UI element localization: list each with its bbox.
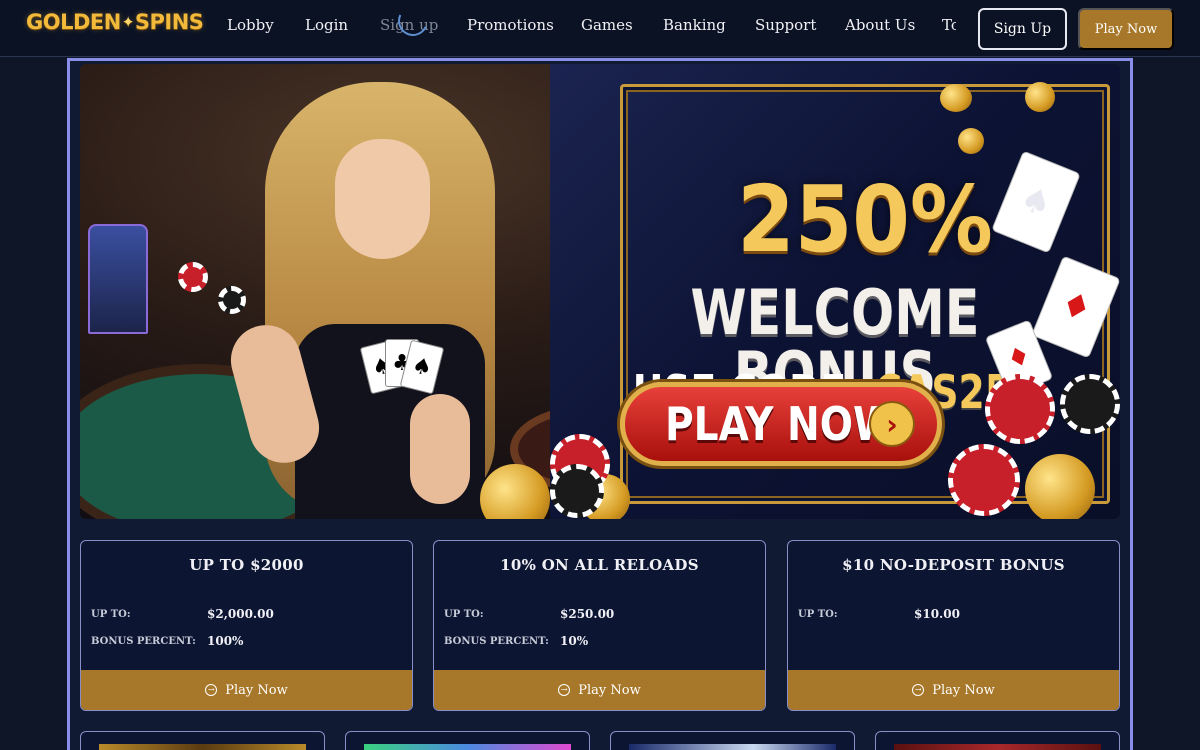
promo-row-value: $2,000.00	[207, 607, 274, 621]
nav-link-lobby[interactable]: Lobby	[227, 16, 274, 34]
hostess-arm-right	[410, 394, 470, 504]
promo-row-label: UP TO:	[798, 609, 838, 620]
game-thumbnail[interactable]	[80, 731, 325, 750]
nav-link-clipped[interactable]: To	[942, 16, 956, 34]
hero-play-now-button[interactable]: PLAY NOW ›	[620, 382, 942, 466]
promo-cta-label: Play Now	[225, 682, 288, 698]
site-logo[interactable]: GOLDEN ✦ SPINS	[26, 10, 204, 34]
promo-row-label: UP TO:	[91, 609, 131, 620]
promo-card-title: $10 NO-DEPOSIT BONUS	[842, 556, 1065, 574]
promo-card-title: 10% ON ALL RELOADS	[500, 556, 699, 574]
logo-text-right: SPINS	[134, 10, 204, 34]
poker-chip-icon	[550, 464, 604, 518]
gold-coin-icon	[1025, 82, 1055, 112]
chevron-right-icon: ›	[869, 401, 915, 447]
game-thumbnail-image	[364, 744, 571, 750]
promo-card: UP TO $2000 UP TO: $2,000.00 BONUS PERCE…	[80, 540, 413, 711]
poker-chip-icon	[178, 262, 208, 292]
nav-link-login[interactable]: Login	[305, 16, 348, 34]
promo-row-value: $250.00	[560, 607, 615, 621]
gold-coin-icon	[958, 128, 984, 154]
arrow-circle-right-icon: →	[912, 684, 925, 696]
nav-link-banking[interactable]: Banking	[663, 16, 726, 34]
hostess-face	[335, 139, 430, 259]
loading-spinner-icon	[393, 1, 433, 41]
promo-row-label: UP TO:	[444, 609, 484, 620]
promo-cta-label: Play Now	[578, 682, 641, 698]
poker-chip-icon	[1060, 374, 1120, 434]
game-thumbnail-image	[99, 744, 306, 750]
arrow-circle-right-icon: →	[558, 684, 571, 696]
gold-coin-icon	[940, 84, 972, 112]
promo-play-now-button[interactable]: → Play Now	[434, 670, 765, 710]
promo-play-now-button[interactable]: → Play Now	[788, 670, 1119, 710]
hero-cta-label: PLAY NOW	[665, 397, 897, 451]
promo-row-label: BONUS PERCENT:	[444, 636, 549, 647]
gold-coin-icon	[1025, 454, 1095, 519]
top-navbar: GOLDEN ✦ SPINS Lobby Login Sign up Promo…	[0, 0, 1200, 57]
promo-card-title: UP TO $2000	[189, 556, 304, 574]
promo-cta-label: Play Now	[932, 682, 995, 698]
game-thumbnail[interactable]	[345, 731, 590, 750]
logo-star-icon: ✦	[121, 13, 135, 31]
promo-row-value: 10%	[560, 634, 589, 648]
promo-card: 10% ON ALL RELOADS UP TO: $250.00 BONUS …	[433, 540, 766, 711]
play-now-button[interactable]: Play Now	[1078, 8, 1174, 50]
promo-play-now-button[interactable]: → Play Now	[81, 670, 412, 710]
logo-text-left: GOLDEN	[26, 10, 121, 34]
slot-machine-decoration	[88, 224, 148, 334]
poker-chip-icon	[985, 374, 1055, 444]
nav-link-about-us[interactable]: About Us	[845, 16, 915, 34]
promo-card: $10 NO-DEPOSIT BONUS UP TO: $10.00 → Pla…	[787, 540, 1120, 711]
nav-link-support[interactable]: Support	[755, 16, 816, 34]
nav-link-games[interactable]: Games	[581, 16, 633, 34]
game-thumbnail[interactable]	[875, 731, 1120, 750]
poker-chip-icon	[218, 286, 246, 314]
game-thumbnail-image	[894, 744, 1101, 750]
promo-row-value: 100%	[207, 634, 244, 648]
hand-of-cards: ♠ ♣ ♠	[359, 339, 445, 399]
promo-row-label: BONUS PERCENT:	[91, 636, 196, 647]
promo-row-value: $10.00	[914, 607, 960, 621]
nav-link-promotions[interactable]: Promotions	[467, 16, 554, 34]
nav-overflow-clip: To	[940, 0, 956, 50]
game-thumbnail[interactable]	[610, 731, 855, 750]
poker-chip-icon	[948, 444, 1020, 516]
arrow-circle-right-icon: →	[205, 684, 218, 696]
game-thumbnail-image	[629, 744, 836, 750]
hero-banner[interactable]: ♠ ♣ ♠ 250% WELCOME BONUS USE CODE: CAS25…	[80, 64, 1120, 519]
sign-up-button[interactable]: Sign Up	[978, 8, 1067, 50]
